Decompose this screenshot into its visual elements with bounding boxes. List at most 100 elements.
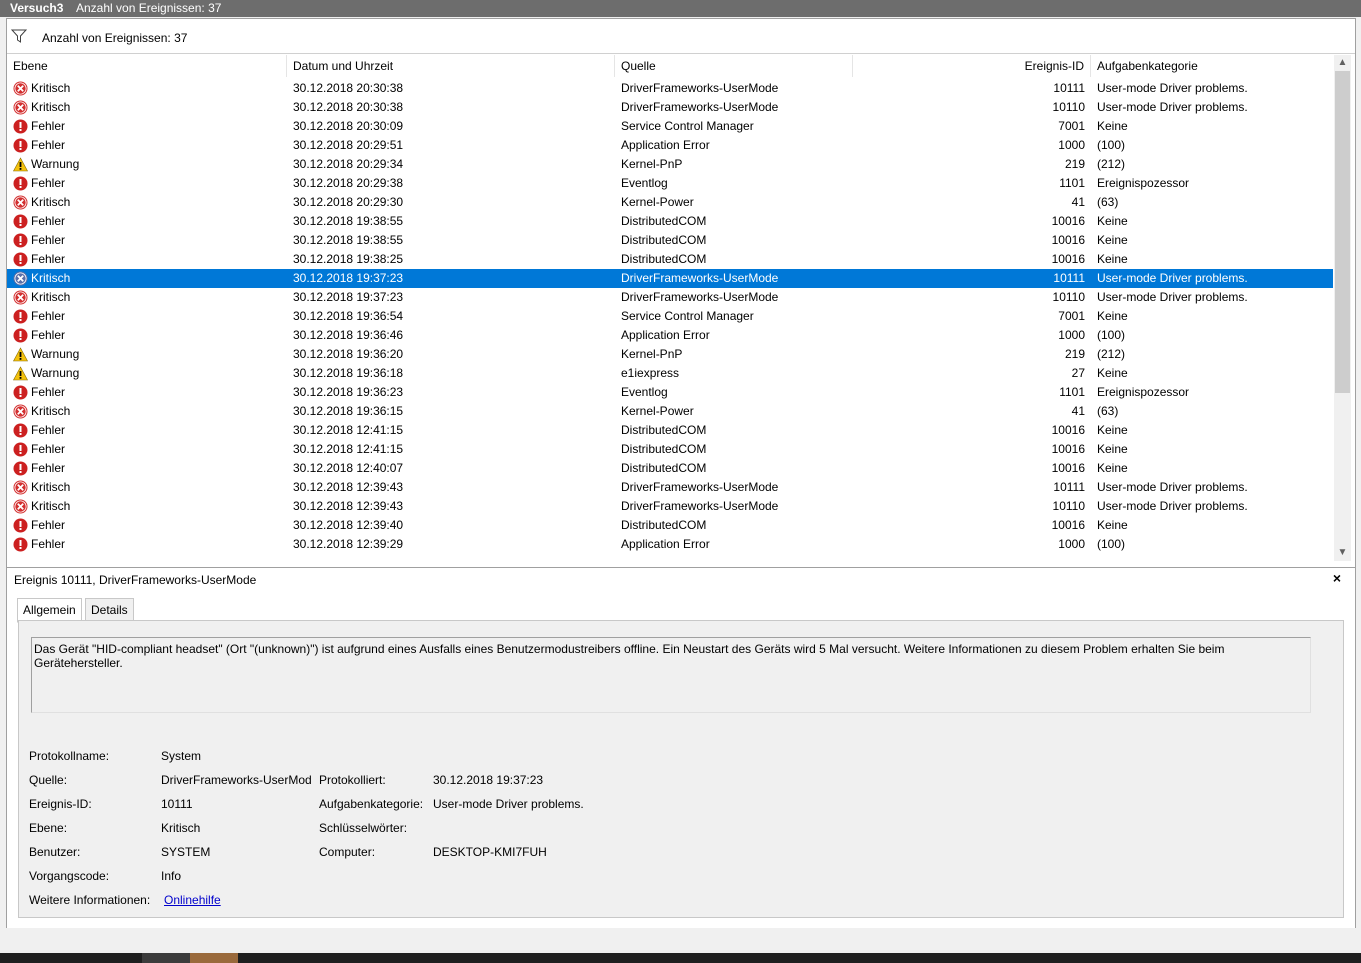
column-header-row: Ebene Datum und Uhrzeit Quelle Ereignis-… (7, 55, 1333, 77)
cell-event-id: 41 (1071, 195, 1085, 209)
table-row[interactable]: Fehler 30.12.2018 12:41:15 DistributedCOM 1… (7, 421, 1333, 440)
tab-details[interactable]: Details (85, 598, 134, 622)
close-icon[interactable]: × (1333, 570, 1341, 586)
column-header-level[interactable]: Ebene (7, 55, 287, 77)
general-tab-content: Das Gerät "HID-compliant headset" (Ort "… (18, 620, 1344, 918)
value-logged: 30.12.2018 19:37:23 (433, 773, 544, 787)
table-row[interactable]: Fehler 30.12.2018 19:38:55 DistributedCOM 1… (7, 212, 1333, 231)
cell-category: Keine (1097, 119, 1128, 133)
cell-category: Keine (1097, 442, 1128, 456)
cell-event-id: 10016 (1051, 214, 1085, 228)
warning-icon (12, 366, 29, 381)
value-task-category: User-mode Driver problems. (433, 797, 584, 811)
cell-event-id: 1000 (1058, 138, 1085, 152)
table-row[interactable]: Fehler 30.12.2018 19:38:25 DistributedCOM 1… (7, 250, 1333, 269)
cell-level: Fehler (31, 176, 66, 190)
cell-event-id: 10111 (1053, 81, 1085, 95)
table-row[interactable]: Warnung 30.12.2018 19:36:18 e1iexpress 27 Ke… (7, 364, 1333, 383)
column-header-source[interactable]: Quelle (615, 55, 853, 77)
scroll-down-arrow-icon[interactable]: ▼ (1334, 545, 1351, 561)
table-row[interactable]: Kritisch 30.12.2018 12:39:43 DriverFramewo… (7, 497, 1333, 516)
taskbar (0, 953, 1361, 963)
column-header-category[interactable]: Aufgabenkategorie (1091, 55, 1333, 77)
table-row[interactable]: Kritisch 30.12.2018 12:39:43 DriverFramewo… (7, 478, 1333, 497)
table-row[interactable]: Kritisch 30.12.2018 19:37:23 DriverFramewo… (7, 269, 1333, 288)
cell-category: User-mode Driver problems. (1097, 499, 1248, 513)
cell-event-id: 10111 (1053, 271, 1085, 285)
cell-date: 30.12.2018 12:40:07 (293, 461, 404, 475)
label-source: Quelle: (29, 773, 68, 787)
cell-event-id: 10110 (1052, 499, 1085, 513)
cell-level: Fehler (31, 214, 66, 228)
taskbar-item[interactable] (142, 953, 190, 963)
table-row[interactable]: Fehler 30.12.2018 20:29:38 Eventlog 1101 Ere… (7, 174, 1333, 193)
table-row[interactable]: Kritisch 30.12.2018 20:29:30 Kernel-Power 4… (7, 193, 1333, 212)
cell-level: Fehler (31, 518, 66, 532)
table-row[interactable]: Kritisch 30.12.2018 20:30:38 DriverFramewo… (7, 79, 1333, 98)
filter-icon[interactable] (11, 29, 27, 43)
cell-date: 30.12.2018 19:38:25 (293, 252, 404, 266)
scroll-up-arrow-icon[interactable]: ▲ (1334, 55, 1351, 71)
table-row[interactable]: Fehler 30.12.2018 19:36:23 Eventlog 1101 Ere… (7, 383, 1333, 402)
table-row[interactable]: Kritisch 30.12.2018 20:30:38 DriverFramewo… (7, 98, 1333, 117)
cell-level: Fehler (31, 461, 66, 475)
cell-event-id: 41 (1071, 404, 1085, 418)
table-row[interactable]: Kritisch 30.12.2018 19:37:23 DriverFramewo… (7, 288, 1333, 307)
value-source: DriverFrameworks-UserMod (161, 773, 312, 787)
error-icon (13, 119, 28, 134)
value-level: Kritisch (161, 821, 201, 835)
cell-level: Fehler (31, 233, 66, 247)
cell-event-id: 10016 (1051, 252, 1085, 266)
value-event-id: 10111 (161, 797, 193, 811)
cell-event-id: 10016 (1051, 442, 1085, 456)
cell-category: Keine (1097, 309, 1128, 323)
cell-level: Kritisch (31, 499, 71, 513)
cell-level: Fehler (31, 328, 66, 342)
table-row[interactable]: Fehler 30.12.2018 20:30:09 Service Control… (7, 117, 1333, 136)
taskbar-item[interactable] (190, 953, 238, 963)
cell-event-id: 1000 (1058, 537, 1085, 551)
online-help-link[interactable]: Onlinehilfe (164, 893, 221, 907)
cell-category: (63) (1097, 404, 1119, 418)
error-icon (13, 214, 28, 229)
table-row[interactable]: Warnung 30.12.2018 20:29:34 Kernel-PnP 219(… (7, 155, 1333, 174)
cell-category: Keine (1097, 518, 1128, 532)
label-level: Ebene: (29, 821, 68, 835)
message-box[interactable]: Das Gerät "HID-compliant headset" (Ort "… (31, 637, 1311, 713)
table-row[interactable]: Fehler 30.12.2018 19:36:46 Application Err… (7, 326, 1333, 345)
table-row[interactable]: Fehler 30.12.2018 12:40:07 DistributedCOM 1… (7, 459, 1333, 478)
vertical-scrollbar[interactable]: ▲ ▼ (1334, 55, 1351, 561)
column-header-date[interactable]: Datum und Uhrzeit (287, 55, 615, 77)
cell-date: 30.12.2018 19:38:55 (293, 233, 404, 247)
table-row[interactable]: Warnung 30.12.2018 19:36:20 Kernel-PnP 219(… (7, 345, 1333, 364)
warning-icon (12, 347, 29, 362)
cell-category: (100) (1097, 138, 1126, 152)
error-icon (13, 385, 28, 400)
error-icon (13, 423, 28, 438)
cell-date: 30.12.2018 12:39:40 (293, 518, 404, 532)
cell-event-id: 10016 (1051, 461, 1085, 475)
table-row[interactable]: Kritisch 30.12.2018 19:36:15 Kernel-Power 4… (7, 402, 1333, 421)
table-row[interactable]: Fehler 30.12.2018 19:36:54 Service Control… (7, 307, 1333, 326)
cell-level: Warnung (31, 157, 80, 171)
cell-date: 30.12.2018 20:29:38 (293, 176, 404, 190)
cell-level: Kritisch (31, 195, 71, 209)
cell-category: Keine (1097, 252, 1128, 266)
column-header-event-id[interactable]: Ereignis-ID (853, 55, 1091, 77)
cell-category: User-mode Driver problems. (1097, 290, 1248, 304)
table-row[interactable]: Fehler 30.12.2018 20:29:51 Application Err… (7, 136, 1333, 155)
cell-level: Warnung (31, 366, 80, 380)
critical-icon (13, 499, 28, 514)
cell-event-id: 27 (1071, 366, 1085, 380)
value-opcode: Info (161, 869, 182, 883)
event-list[interactable]: Ebene Datum und Uhrzeit Quelle Ereignis-… (7, 55, 1355, 561)
cell-category: User-mode Driver problems. (1097, 81, 1248, 95)
table-row[interactable]: Fehler 30.12.2018 12:41:15 DistributedCOM 1… (7, 440, 1333, 459)
cell-date: 30.12.2018 20:30:38 (293, 81, 404, 95)
error-icon (13, 233, 28, 248)
cell-category: (212) (1097, 347, 1126, 361)
scrollbar-thumb[interactable] (1335, 71, 1350, 393)
table-row[interactable]: Fehler 30.12.2018 19:38:55 DistributedCOM 1… (7, 231, 1333, 250)
table-row[interactable]: Fehler 30.12.2018 12:39:29 Application Err… (7, 535, 1333, 554)
table-row[interactable]: Fehler 30.12.2018 12:39:40 DistributedCOM 1… (7, 516, 1333, 535)
